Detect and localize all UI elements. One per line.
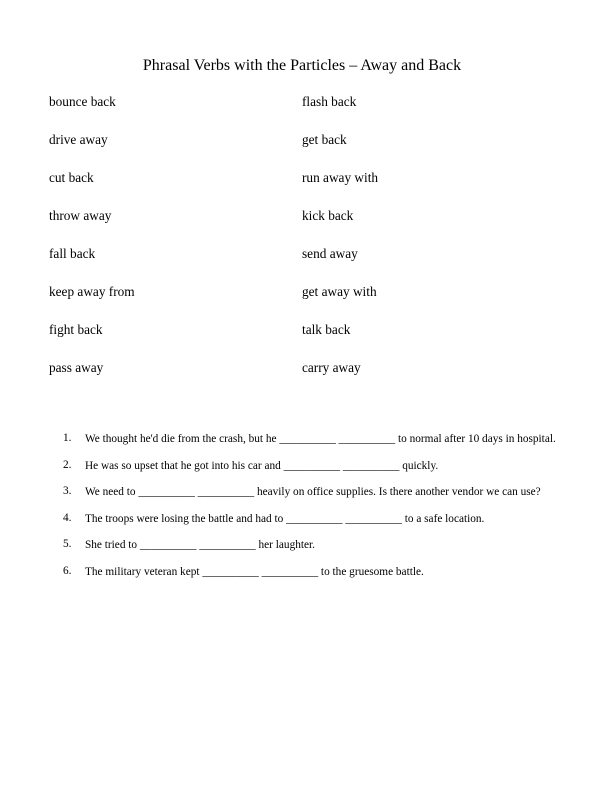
vocab-item: talk back bbox=[302, 322, 351, 337]
vocab-row: fight back talk back bbox=[49, 322, 569, 360]
vocab-item: pass away bbox=[49, 360, 104, 375]
vocab-item: kick back bbox=[302, 208, 354, 223]
vocab-item: get back bbox=[302, 132, 347, 147]
page-title: Phrasal Verbs with the Particles – Away … bbox=[142, 57, 462, 74]
vocab-item: throw away bbox=[49, 208, 112, 223]
exercise-sentence: The military veteran kept __________ ___… bbox=[85, 565, 424, 578]
exercise-number: 3. bbox=[63, 485, 72, 497]
vocab-item: carry away bbox=[302, 360, 361, 375]
vocab-item: keep away from bbox=[49, 284, 135, 299]
phrasal-verb-list: bounce back flash back drive away get ba… bbox=[49, 94, 569, 398]
vocab-item: run away with bbox=[302, 170, 379, 185]
vocab-item: flash back bbox=[302, 94, 357, 109]
vocab-item: cut back bbox=[49, 170, 94, 185]
exercise-list: 1. We thought he'd die from the crash, b… bbox=[63, 432, 558, 591]
vocab-item: bounce back bbox=[49, 94, 116, 109]
vocab-item: fall back bbox=[49, 246, 96, 261]
vocab-item: get away with bbox=[302, 284, 377, 299]
exercise-number: 1. bbox=[63, 432, 72, 444]
vocab-item: send away bbox=[302, 246, 358, 261]
vocab-row: bounce back flash back bbox=[49, 94, 569, 132]
vocab-row: fall back send away bbox=[49, 246, 569, 284]
vocab-item: drive away bbox=[49, 132, 108, 147]
exercise-number: 2. bbox=[63, 458, 72, 471]
vocab-row: keep away from get away with bbox=[49, 284, 569, 322]
vocab-row: pass away carry away bbox=[49, 360, 569, 398]
exercise-number: 5. bbox=[63, 538, 72, 550]
vocab-row: throw away kick back bbox=[49, 208, 569, 246]
exercise-number: 4. bbox=[63, 511, 72, 524]
vocab-row: drive away get back bbox=[49, 132, 569, 170]
exercise-item: 6. The military veteran kept __________ … bbox=[63, 565, 558, 592]
exercise-number: 6. bbox=[63, 564, 72, 577]
vocab-row: cut back run away with bbox=[49, 170, 569, 208]
vocab-item: fight back bbox=[49, 322, 103, 337]
